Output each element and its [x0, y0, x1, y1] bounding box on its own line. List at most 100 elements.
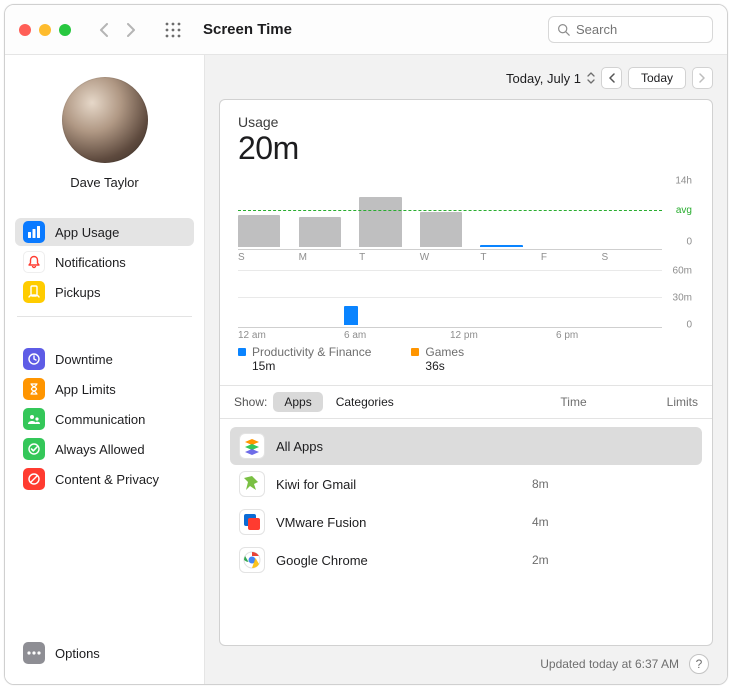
segment-categories[interactable]: Categories — [325, 392, 405, 412]
hourglass-icon — [23, 378, 45, 400]
options-label: Options — [55, 646, 100, 661]
sidebar-item-label: Pickups — [55, 285, 101, 300]
avg-label: avg — [676, 205, 692, 216]
prev-day-button[interactable] — [601, 67, 622, 89]
app-row[interactable]: Kiwi for Gmail 8m — [230, 465, 702, 503]
avg-line — [238, 210, 662, 211]
chart-x-tick: 6 pm — [556, 328, 662, 341]
user-name: Dave Taylor — [70, 175, 138, 190]
user-avatar[interactable] — [62, 77, 148, 163]
chart-bar — [299, 217, 341, 247]
filter-bar: Show: AppsCategories Time Limits — [220, 386, 712, 419]
date-label-text: Today, July 1 — [506, 71, 581, 86]
close-window-button[interactable] — [19, 24, 31, 36]
footer: Updated today at 6:37 AM ? — [219, 646, 713, 674]
usage-value: 20m — [238, 130, 694, 167]
app-name: All Apps — [276, 439, 323, 454]
check-shield-icon — [23, 438, 45, 460]
legend-item: Games36s — [411, 345, 464, 373]
legend-swatch — [411, 348, 419, 356]
show-all-prefs-button[interactable] — [161, 18, 185, 42]
sidebar-item-communication[interactable]: Communication — [15, 405, 194, 433]
col-limits: Limits — [667, 395, 698, 409]
chevron-right-icon — [699, 73, 706, 83]
app-time: 8m — [532, 477, 622, 491]
chrome-icon — [240, 548, 264, 572]
chart-x-tick: T — [480, 250, 541, 263]
options-button[interactable]: Options — [15, 642, 194, 674]
chart-bar — [238, 215, 280, 248]
chart-y-tick: 14h — [675, 176, 692, 187]
next-day-button[interactable] — [692, 67, 713, 89]
chart-bar — [420, 212, 462, 247]
window-controls — [19, 24, 71, 36]
back-button[interactable] — [91, 18, 115, 42]
weekly-usage-chart: SMTWTFS 14havg0 — [238, 177, 694, 263]
chevron-left-icon — [99, 23, 108, 37]
sidebar-item-label: Communication — [55, 412, 145, 427]
sidebar-item-app-usage[interactable]: App Usage — [15, 218, 194, 246]
segment-apps[interactable]: Apps — [273, 392, 322, 412]
sidebar-item-label: App Limits — [55, 382, 116, 397]
sidebar-item-label: Content & Privacy — [55, 472, 159, 487]
app-time: 2m — [532, 553, 622, 567]
chart-x-tick: 12 pm — [450, 328, 556, 341]
sidebar-item-downtime[interactable]: Downtime — [15, 345, 194, 373]
chart-x-tick: T — [359, 250, 420, 263]
phone-hand-icon — [23, 281, 45, 303]
show-label: Show: — [234, 395, 267, 409]
sidebar-item-pickups[interactable]: Pickups — [15, 278, 194, 306]
hourly-usage-chart: 12 am6 am12 pm6 pm 60m30m0 — [238, 267, 694, 341]
updated-label: Updated today at 6:37 AM — [540, 657, 679, 671]
chart-y-tick: 0 — [686, 320, 692, 331]
legend-label: Productivity & Finance — [252, 345, 371, 359]
chart-x-tick: S — [238, 250, 299, 263]
no-entry-icon — [23, 468, 45, 490]
legend-label: Games — [425, 345, 464, 359]
app-row[interactable]: Google Chrome2m — [230, 541, 702, 579]
app-time: 4m — [532, 515, 622, 529]
minimize-window-button[interactable] — [39, 24, 51, 36]
chart-x-tick: S — [601, 250, 662, 263]
search-input[interactable] — [576, 22, 704, 37]
today-button-label: Today — [641, 71, 673, 85]
legend-value: 15m — [252, 359, 371, 373]
sidebar-item-content-privacy[interactable]: Content & Privacy — [15, 465, 194, 493]
chart-bar — [480, 245, 522, 247]
nav-buttons — [91, 18, 143, 42]
stepper-icon — [587, 72, 595, 84]
help-button[interactable]: ? — [689, 654, 709, 674]
bell-icon — [23, 251, 45, 273]
search-field[interactable] — [548, 16, 713, 43]
moon-clock-icon — [23, 348, 45, 370]
sidebar-item-app-limits[interactable]: App Limits — [15, 375, 194, 403]
main-content: Today, July 1 Today Usage — [205, 55, 727, 684]
titlebar: Screen Time — [5, 5, 727, 55]
sidebar-item-label: App Usage — [55, 225, 119, 240]
today-button[interactable]: Today — [628, 67, 686, 89]
legend-value: 36s — [425, 359, 464, 373]
zoom-window-button[interactable] — [59, 24, 71, 36]
legend-swatch — [238, 348, 246, 356]
sidebar-item-always-allowed[interactable]: Always Allowed — [15, 435, 194, 463]
chart-bar-icon — [23, 221, 45, 243]
chevron-right-icon — [127, 23, 136, 37]
chart-y-tick: 0 — [686, 237, 692, 248]
col-time: Time — [560, 395, 586, 409]
stack-icon — [240, 434, 264, 458]
forward-button[interactable] — [119, 18, 143, 42]
legend: Productivity & Finance15m Games36s — [238, 345, 694, 377]
chart-y-tick: 60m — [673, 266, 692, 277]
vmware-icon — [240, 510, 264, 534]
app-row[interactable]: All Apps — [230, 427, 702, 465]
chart-x-tick: 6 am — [344, 328, 450, 341]
chart-bar — [359, 197, 401, 247]
date-picker[interactable]: Today, July 1 — [506, 71, 595, 86]
app-row[interactable]: VMware Fusion4m — [230, 503, 702, 541]
chart-x-tick: F — [541, 250, 602, 263]
sidebar-item-label: Downtime — [55, 352, 113, 367]
kiwi-icon — [240, 472, 264, 496]
sidebar-item-notifications[interactable]: Notifications — [15, 248, 194, 276]
app-name: Kiwi for Gmail — [276, 477, 356, 492]
chart-x-tick: 12 am — [238, 328, 344, 341]
